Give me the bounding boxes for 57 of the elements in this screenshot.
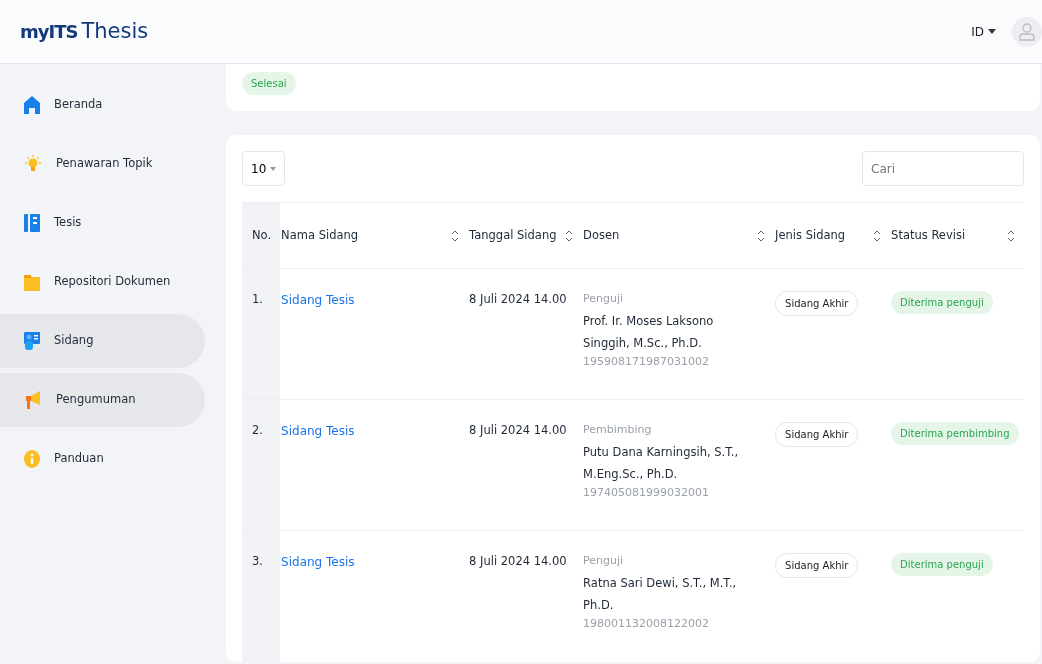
sort-icon[interactable] xyxy=(1007,228,1015,243)
caret-icon xyxy=(988,29,996,34)
row-number: 2. xyxy=(252,423,263,437)
status-badge: Diterima pembimbing xyxy=(891,422,1019,445)
megaphone-icon xyxy=(24,391,42,409)
home-icon xyxy=(24,96,40,114)
sort-icon[interactable] xyxy=(451,228,460,243)
lecturer-id: 198001132008122002 xyxy=(583,615,711,632)
sidebar-item[interactable]: Panduan xyxy=(0,432,205,486)
column-header: Status Revisi xyxy=(891,226,966,244)
caret-icon xyxy=(270,166,277,171)
lightbulb-icon xyxy=(24,155,42,173)
date-text: 8 Juli 2024 14.00 xyxy=(469,423,567,437)
lecturer-name: Putu Dana Karningsih, S.T., M.Eng.Sc., Ph.D. xyxy=(583,443,740,483)
lecturer-role: Penguji xyxy=(583,553,625,569)
column-header: No. xyxy=(252,226,272,244)
type-badge: Sidang Akhir xyxy=(775,422,859,447)
lecturer-id: 197405081999032001 xyxy=(583,484,711,501)
id-card-icon xyxy=(24,332,40,350)
sort-icon[interactable] xyxy=(565,228,574,243)
column-header: Nama Sidang xyxy=(281,226,359,244)
logo-text: myITS xyxy=(20,20,78,44)
app-title: Thesis xyxy=(81,17,149,45)
date-text: 8 Juli 2024 14.00 xyxy=(469,292,567,306)
session-link[interactable]: Sidang Tesis xyxy=(281,424,355,438)
sidebar-item[interactable]: Pengumuman xyxy=(0,373,205,427)
info-icon xyxy=(24,450,40,468)
search-field[interactable]: Cari xyxy=(862,151,1024,186)
session-link[interactable]: Sidang Tesis xyxy=(281,555,355,569)
type-badge: Sidang Akhir xyxy=(775,553,859,578)
sort-icon[interactable] xyxy=(873,228,882,243)
type-badge: Sidang Akhir xyxy=(775,291,859,316)
folder-icon xyxy=(24,273,40,291)
column-header: Dosen xyxy=(583,226,620,244)
lecturer-role: Penguji xyxy=(583,291,625,307)
status-badge: Selesai xyxy=(242,72,296,95)
sidebar-item[interactable]: Penawaran Topik xyxy=(0,137,205,191)
row-number: 1. xyxy=(252,292,263,306)
lecturer-name: Ratna Sari Dewi, S.T., M.T., Ph.D. xyxy=(583,574,738,614)
lecturer-name: Prof. Ir. Moses Laksono Singgih, M.Sc., Ph.D. xyxy=(583,312,715,352)
sort-icon[interactable] xyxy=(757,228,766,243)
column-header: Tanggal Sidang xyxy=(469,226,557,244)
notebook-icon xyxy=(24,214,40,232)
session-link[interactable]: Sidang Tesis xyxy=(281,293,355,307)
status-badge: Diterima penguji xyxy=(891,553,993,576)
lecturer-role: Pembimbing xyxy=(583,422,653,438)
status-badge: Diterima penguji xyxy=(891,291,993,314)
column-header: Jenis Sidang xyxy=(775,226,846,244)
lecturer-id: 195908171987031002 xyxy=(583,353,711,370)
row-number: 3. xyxy=(252,554,263,568)
sidebar-item[interactable]: Beranda xyxy=(0,78,205,132)
date-text: 8 Juli 2024 14.00 xyxy=(469,554,567,568)
sidebar-item[interactable]: Tesis xyxy=(0,196,205,250)
language-dropdown[interactable]: ID xyxy=(971,22,996,41)
sidebar-item[interactable]: Sidang xyxy=(0,314,205,368)
page-size-select[interactable]: 10 xyxy=(242,151,286,186)
sidebar-item[interactable]: Repositori Dokumen xyxy=(0,255,205,309)
